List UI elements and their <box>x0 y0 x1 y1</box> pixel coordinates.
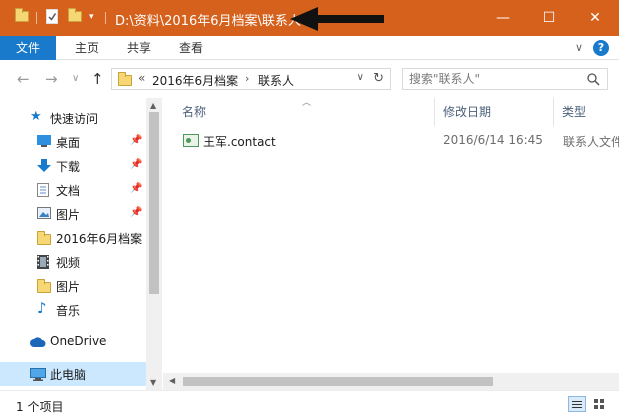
column-divider[interactable] <box>553 98 554 126</box>
nav-item-music[interactable]: ♪ 音乐 <box>0 298 146 322</box>
pin-icon[interactable]: 📌 <box>130 135 142 146</box>
horizontal-scrollbar[interactable]: ◀ <box>163 373 619 390</box>
breadcrumb-separator[interactable]: › <box>245 72 249 85</box>
nav-item-onedrive[interactable]: OneDrive <box>0 330 146 354</box>
help-icon[interactable]: ? <box>593 40 609 56</box>
nav-item-quick-access[interactable]: ★ 快速访问 <box>0 106 146 130</box>
scroll-up-icon[interactable]: ▲ <box>150 101 156 110</box>
file-modified-date: 2016/6/14 16:45 <box>443 133 543 147</box>
recent-locations-button[interactable]: ∨ <box>72 73 79 84</box>
download-icon <box>37 159 51 176</box>
forward-button[interactable]: → <box>45 70 58 88</box>
column-header-modified[interactable]: 修改日期 <box>443 103 491 120</box>
column-divider[interactable] <box>434 98 435 126</box>
title-bar: ▾ D:\资料\2016年6月档案\联系人 — ☐ ✕ <box>0 0 619 36</box>
nav-item-archive-folder[interactable]: 2016年6月档案 <box>0 226 146 250</box>
pin-icon[interactable]: 📌 <box>130 207 142 218</box>
nav-item-label: 音乐 <box>56 304 81 318</box>
nav-item-desktop[interactable]: 桌面 📌 <box>0 130 146 154</box>
nav-item-label: 下载 <box>56 160 81 174</box>
navigation-pane: ★ 快速访问 桌面 📌 下载 📌 文档 📌 图片 📌 2016年6月档案 视频 … <box>0 98 162 390</box>
minimize-button[interactable]: — <box>480 0 526 36</box>
back-button[interactable]: ← <box>17 70 30 88</box>
nav-item-label: 此电脑 <box>50 368 87 382</box>
tab-view[interactable]: 查看 <box>168 36 214 60</box>
properties-icon[interactable] <box>46 9 58 27</box>
music-icon: ♪ <box>37 299 47 317</box>
search-icon[interactable] <box>587 73 600 86</box>
nav-item-label: 视频 <box>56 256 81 270</box>
tab-home[interactable]: 主页 <box>64 36 110 60</box>
nav-item-label: 快速访问 <box>50 112 99 126</box>
details-view-button[interactable] <box>568 396 586 412</box>
scrollbar-thumb[interactable] <box>183 377 493 386</box>
toolbar-separator <box>36 12 37 24</box>
cloud-icon <box>30 336 46 350</box>
nav-item-label: OneDrive <box>50 334 107 348</box>
sort-ascending-icon: ︿ <box>302 98 312 108</box>
new-folder-icon[interactable] <box>68 8 82 22</box>
pin-icon[interactable]: 📌 <box>130 159 142 170</box>
file-list: ︿ 名称 修改日期 类型 王军.contact 2016/6/14 16:45 … <box>163 98 619 373</box>
nav-item-pictures-folder[interactable]: 图片 <box>0 274 146 298</box>
search-input[interactable] <box>409 72 569 86</box>
nav-item-documents[interactable]: 文档 📌 <box>0 178 146 202</box>
pin-icon[interactable]: 📌 <box>130 183 142 194</box>
nav-item-label: 桌面 <box>56 136 81 150</box>
tab-share[interactable]: 共享 <box>116 36 162 60</box>
address-dropdown-icon[interactable]: ∨ <box>357 72 364 83</box>
search-box[interactable] <box>402 68 608 90</box>
item-count: 1 个项目 <box>16 400 64 414</box>
customize-toolbar-icon[interactable]: ▾ <box>89 12 94 22</box>
nav-item-label: 图片 <box>56 280 81 294</box>
status-bar: 1 个项目 <box>0 390 619 419</box>
table-row[interactable]: 王军.contact 2016/6/14 16:45 联系人文件 <box>177 130 619 152</box>
breadcrumb-item-contacts[interactable]: 联系人 <box>258 72 294 89</box>
column-header-name[interactable]: 名称 <box>182 103 206 120</box>
expand-ribbon-icon[interactable]: ∨ <box>575 41 583 54</box>
refresh-icon[interactable]: ↻ <box>373 71 384 86</box>
navigation-scrollbar[interactable]: ▲ ▼ <box>146 98 162 390</box>
star-icon: ★ <box>30 109 42 124</box>
video-icon <box>37 255 49 272</box>
nav-item-label: 图片 <box>56 208 81 222</box>
up-button[interactable]: ↑ <box>91 70 104 88</box>
folder-icon <box>37 279 51 293</box>
file-name[interactable]: 王军.contact <box>203 133 276 150</box>
nav-item-downloads[interactable]: 下载 📌 <box>0 154 146 178</box>
contact-file-icon <box>183 134 199 147</box>
arrow-annotation-icon <box>290 7 384 31</box>
toolbar-separator <box>105 12 106 24</box>
scroll-left-icon[interactable]: ◀ <box>169 376 175 385</box>
file-type: 联系人文件 <box>563 135 619 149</box>
nav-item-pictures[interactable]: 图片 📌 <box>0 202 146 226</box>
nav-item-this-pc[interactable]: 此电脑 <box>0 362 146 386</box>
folder-icon <box>37 231 51 245</box>
column-header-type[interactable]: 类型 <box>562 103 586 120</box>
breadcrumb-item-archive[interactable]: 2016年6月档案 <box>152 72 238 89</box>
nav-item-videos[interactable]: 视频 <box>0 250 146 274</box>
folder-icon <box>118 72 132 86</box>
nav-item-label: 2016年6月档案 <box>56 232 143 246</box>
window-title: D:\资料\2016年6月档案\联系人 <box>115 14 301 29</box>
maximize-button[interactable]: ☐ <box>526 0 572 36</box>
close-button[interactable]: ✕ <box>572 0 618 36</box>
address-bar[interactable]: « 2016年6月档案 › 联系人 ∨ ↻ <box>111 68 391 90</box>
document-icon <box>37 183 49 200</box>
tab-file[interactable]: 文件 <box>0 36 56 60</box>
computer-icon <box>30 368 46 384</box>
nav-item-label: 文档 <box>56 184 81 198</box>
picture-icon <box>37 207 51 222</box>
folder-app-icon <box>15 8 29 22</box>
large-icons-view-button[interactable] <box>591 396 609 412</box>
desktop-icon <box>37 135 51 150</box>
scrollbar-thumb[interactable] <box>149 112 159 294</box>
address-toolbar: ← → ∨ ↑ « 2016年6月档案 › 联系人 ∨ ↻ <box>0 60 619 98</box>
scroll-down-icon[interactable]: ▼ <box>150 378 156 387</box>
breadcrumb-overflow[interactable]: « <box>138 71 145 85</box>
ribbon-tabs: 文件 主页 共享 查看 ∨ ? <box>0 36 619 60</box>
